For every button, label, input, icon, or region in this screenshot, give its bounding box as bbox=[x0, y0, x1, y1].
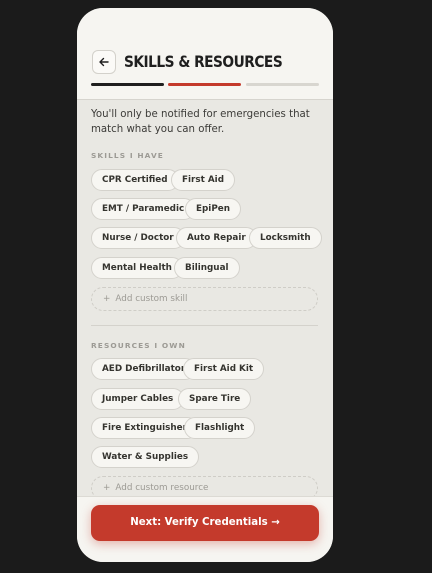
intro-text: You'll only be notified for emergencies … bbox=[91, 109, 310, 135]
skill-chip[interactable]: Locksmith bbox=[249, 227, 322, 249]
next-verify-credentials-button[interactable]: Next: Verify Credentials → bbox=[91, 505, 319, 541]
resource-chip[interactable]: First Aid Kit bbox=[183, 358, 265, 380]
resource-chip[interactable]: Jumper Cables bbox=[91, 388, 185, 410]
header-divider bbox=[77, 99, 333, 100]
resources-section-label: RESOURCES I OWN bbox=[91, 341, 186, 350]
section-divider bbox=[91, 325, 318, 326]
skills-section-label: SKILLS I HAVE bbox=[91, 151, 164, 160]
skill-chip[interactable]: Nurse / Doctor bbox=[91, 227, 185, 249]
progress-step-3 bbox=[246, 83, 319, 86]
resource-chip[interactable]: Spare Tire bbox=[178, 388, 252, 410]
page-title: SKILLS & RESOURCES bbox=[124, 52, 283, 71]
resource-chip[interactable]: Water & Supplies bbox=[91, 446, 200, 468]
skill-chip[interactable]: EpiPen bbox=[185, 198, 241, 220]
add-custom-skill-label: Add custom skill bbox=[115, 294, 188, 304]
add-custom-skill-button[interactable]: + Add custom skill bbox=[91, 287, 318, 311]
skill-chip[interactable]: Auto Repair bbox=[176, 227, 257, 249]
resource-chip[interactable]: Flashlight bbox=[184, 417, 256, 439]
plus-icon: + bbox=[103, 483, 111, 493]
phone-screen: SKILLS & RESOURCES You'll only be notifi… bbox=[77, 8, 333, 562]
skill-chip[interactable]: Bilingual bbox=[174, 257, 240, 279]
add-custom-resource-label: Add custom resource bbox=[115, 483, 209, 493]
resource-chip[interactable]: Fire Extinguisher bbox=[91, 417, 198, 439]
arrow-left-icon bbox=[99, 57, 109, 67]
back-button[interactable] bbox=[92, 50, 116, 74]
plus-icon: + bbox=[103, 294, 111, 304]
skill-chip[interactable]: Mental Health bbox=[91, 257, 183, 279]
step-progress bbox=[91, 83, 319, 86]
resource-chip[interactable]: AED Defibrillator bbox=[91, 358, 197, 380]
progress-step-1 bbox=[91, 83, 164, 86]
skill-chip[interactable]: EMT / Paramedic bbox=[91, 198, 196, 220]
skill-chip[interactable]: CPR Certified bbox=[91, 169, 179, 191]
header: SKILLS & RESOURCES bbox=[77, 8, 333, 100]
footer: Next: Verify Credentials → bbox=[77, 496, 333, 562]
skill-chip[interactable]: First Aid bbox=[171, 169, 235, 191]
progress-step-2 bbox=[168, 83, 241, 86]
